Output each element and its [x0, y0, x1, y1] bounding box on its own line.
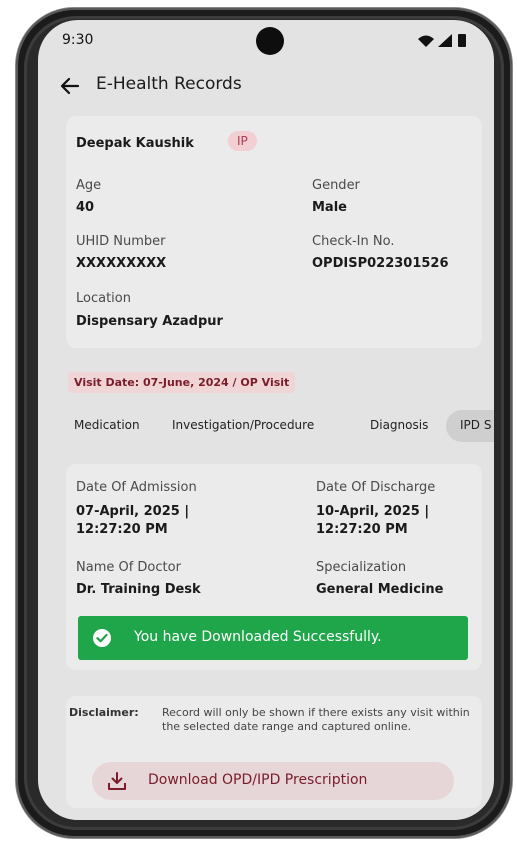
- admission-time-value: 12:27:20 PM: [76, 522, 168, 537]
- checkin-label: Check-In No.: [312, 234, 395, 249]
- location-value: Dispensary Azadpur: [76, 314, 223, 329]
- age-label: Age: [76, 178, 102, 193]
- admission-date-label: Date Of Admission: [76, 480, 197, 495]
- signal-icon: [438, 34, 452, 47]
- tab-ipd-summary[interactable]: IPD S: [460, 418, 491, 432]
- specialization-value: General Medicine: [316, 582, 444, 597]
- back-arrow-icon[interactable]: [58, 74, 82, 98]
- gender-label: Gender: [312, 178, 360, 193]
- checkin-value: OPDISP022301526: [312, 256, 449, 271]
- disclaimer-text: Record will only be shown if there exist…: [162, 706, 470, 733]
- download-prescription-button[interactable]: Download OPD/IPD Prescription: [92, 762, 454, 800]
- patient-type-badge: IP: [228, 131, 257, 151]
- doctor-label: Name Of Doctor: [76, 560, 181, 575]
- toast-message: You have Downloaded Successfully.: [134, 629, 382, 645]
- page-title: E-Health Records: [96, 74, 242, 94]
- record-tabs: Medication Investigation/Procedure Diagn…: [68, 404, 494, 448]
- download-button-label: Download OPD/IPD Prescription: [148, 772, 368, 788]
- app-screen: 9:30 E-Health Records Deepak Kaushik IP …: [38, 20, 494, 820]
- discharge-date-label: Date Of Discharge: [316, 480, 436, 495]
- doctor-value: Dr. Training Desk: [76, 582, 201, 597]
- tab-medication[interactable]: Medication: [74, 418, 140, 432]
- discharge-date-value: 10-April, 2025 |: [316, 504, 430, 519]
- download-icon: [108, 772, 126, 790]
- app-bar: E-Health Records: [38, 68, 494, 108]
- uhid-value: XXXXXXXXX: [76, 256, 167, 271]
- patient-name: Deepak Kaushik: [76, 136, 194, 151]
- tab-investigation-procedure[interactable]: Investigation/Procedure: [172, 418, 314, 432]
- disclaimer-label: Disclaimer:: [69, 706, 139, 719]
- patient-info-card: Deepak Kaushik IP Age 40 Gender Male UHI…: [66, 116, 482, 348]
- admission-date-value: 07-April, 2025 |: [76, 504, 190, 519]
- status-time: 9:30: [62, 32, 94, 48]
- uhid-label: UHID Number: [76, 234, 166, 249]
- check-circle-icon: [93, 629, 111, 647]
- specialization-label: Specialization: [316, 560, 407, 575]
- admission-card: Date Of Admission 07-April, 2025 | 12:27…: [66, 464, 482, 670]
- gender-value: Male: [312, 200, 347, 215]
- battery-icon: [458, 34, 466, 47]
- age-value: 40: [76, 200, 95, 215]
- status-icons: [418, 34, 466, 47]
- location-label: Location: [76, 291, 131, 306]
- download-success-toast: You have Downloaded Successfully.: [78, 616, 468, 660]
- tab-diagnosis[interactable]: Diagnosis: [370, 418, 428, 432]
- discharge-time-value: 12:27:20 PM: [316, 522, 408, 537]
- visit-date-badge: Visit Date: 07-June, 2024 / OP Visit: [68, 372, 296, 393]
- disclaimer-card: Disclaimer: Record will only be shown if…: [66, 696, 482, 808]
- wifi-icon: [418, 35, 434, 47]
- status-bar: 9:30: [38, 20, 494, 58]
- camera-cutout: [256, 27, 284, 55]
